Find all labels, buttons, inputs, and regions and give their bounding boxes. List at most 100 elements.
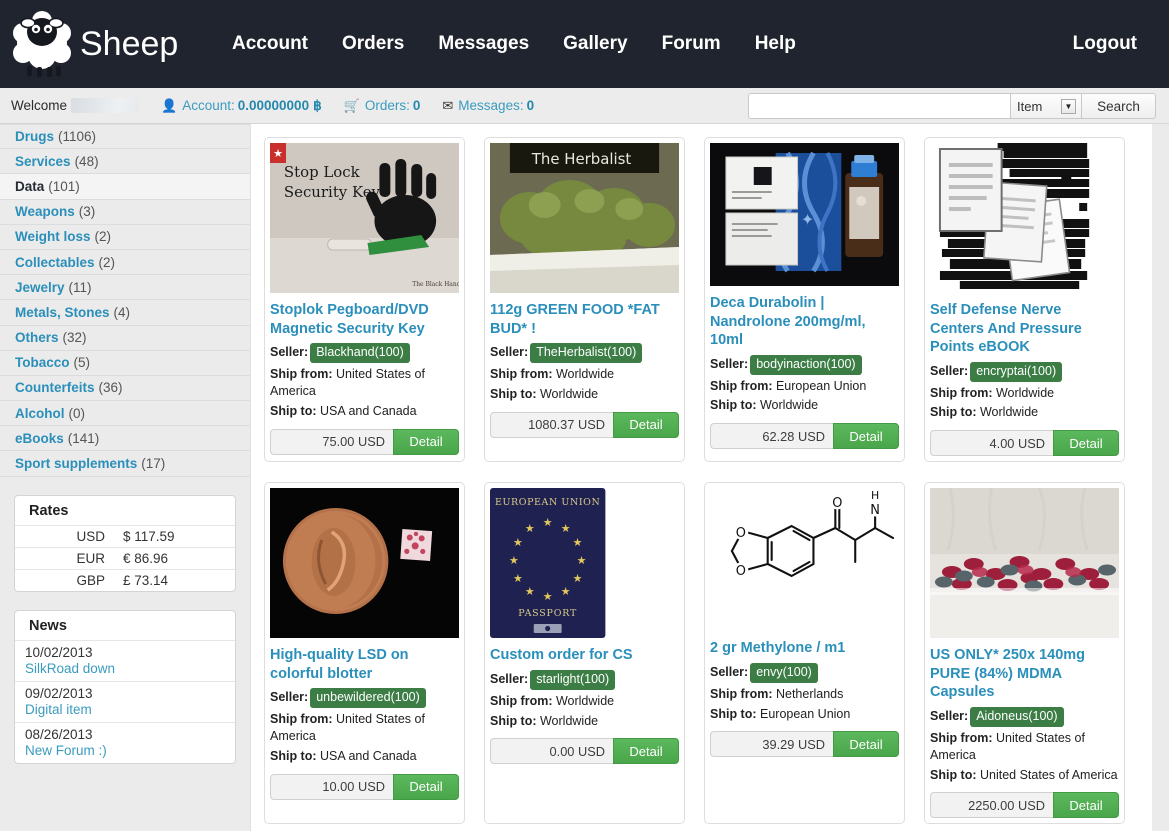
product-detail-button[interactable]: Detail: [613, 738, 679, 765]
news-date: 09/02/2013: [25, 685, 93, 701]
category-name: Services: [15, 153, 71, 169]
ship-from-label: Ship from:: [710, 686, 773, 701]
rate-row: GBP £ 73.14: [15, 568, 235, 591]
logout-button[interactable]: Logout: [1061, 23, 1149, 64]
product-detail-button[interactable]: Detail: [613, 411, 679, 438]
sidebar-category-data[interactable]: Data (101): [0, 174, 250, 200]
category-count: (48): [74, 153, 99, 169]
product-title[interactable]: US ONLY* 250x 140mg PURE (84%) MDMA Caps…: [930, 646, 1119, 702]
nav-link-help[interactable]: Help: [738, 23, 813, 65]
product-detail-button[interactable]: Detail: [1053, 430, 1119, 457]
sidebar-category-jewelry[interactable]: Jewelry (11): [0, 275, 250, 301]
seller-label: Seller:: [710, 356, 749, 371]
product-title[interactable]: 2 gr Methylone / m1: [710, 639, 899, 658]
category-count: (0): [68, 405, 86, 421]
product-ship-from-row: Ship from: United States of America: [270, 366, 459, 400]
account-balance-stat[interactable]: 👤 Account: 0.00000000 ฿: [161, 98, 322, 114]
product-card: O O O N H 2 gr Methylone / m1 Seller: envy…: [704, 482, 905, 825]
product-image[interactable]: O O O N H: [710, 488, 899, 632]
sidebar-category-metals-stones[interactable]: Metals, Stones (4): [0, 300, 250, 326]
seller-name-badge[interactable]: TheHerbalist(100): [530, 343, 643, 363]
product-seller-row: Seller: Aidoneus(100): [930, 706, 1119, 727]
sidebar-category-tobacco[interactable]: Tobacco (5): [0, 351, 250, 376]
svg-text:★: ★: [525, 523, 535, 535]
category-count: (141): [67, 430, 100, 446]
sidebar-category-drugs[interactable]: Drugs (1106): [0, 124, 250, 150]
sidebar-category-ebooks[interactable]: eBooks (141): [0, 426, 250, 452]
seller-name-badge[interactable]: Aidoneus(100): [970, 706, 1064, 727]
product-image[interactable]: [930, 143, 1119, 293]
seller-name-badge[interactable]: encryptai(100): [970, 361, 1063, 382]
news-item: 08/26/2013 New Forum :): [15, 721, 235, 763]
messages-stat[interactable]: ✉ Messages: 0: [442, 98, 534, 114]
product-image[interactable]: The Herbalist: [490, 143, 679, 293]
sidebar-category-sport-supplements[interactable]: Sport supplements (17): [0, 451, 250, 477]
search-input[interactable]: [748, 93, 1010, 119]
product-image[interactable]: ✦: [710, 143, 899, 286]
nav-link-gallery[interactable]: Gallery: [546, 23, 644, 65]
sidebar-category-counterfeits[interactable]: Counterfeits (36): [0, 376, 250, 402]
product-title[interactable]: 112g GREEN FOOD *FAT BUD* !: [490, 301, 679, 338]
category-count: (17): [141, 456, 166, 472]
product-title[interactable]: High-quality LSD on colorful blotter: [270, 646, 459, 683]
category-count: (3): [78, 204, 96, 220]
product-image[interactable]: [930, 488, 1119, 639]
ship-from-value: Worldwide: [552, 693, 615, 708]
news-link[interactable]: Digital item: [25, 702, 225, 717]
category-name: Drugs: [15, 129, 55, 145]
product-detail-button[interactable]: Detail: [393, 428, 459, 455]
brand-logo[interactable]: Sheep: [10, 7, 190, 81]
product-detail-button[interactable]: Detail: [1053, 792, 1119, 819]
ship-to-value: Worldwide: [536, 713, 599, 728]
category-count: (32): [62, 330, 87, 346]
category-name: Others: [15, 330, 59, 346]
product-buy-row: 10.00 USD Detail: [270, 773, 459, 800]
seller-name-badge[interactable]: bodyinaction(100): [750, 354, 862, 375]
search-button[interactable]: Search: [1082, 93, 1156, 119]
search-scope-select[interactable]: Item ▼: [1010, 93, 1082, 119]
sidebar-category-alcohol[interactable]: Alcohol (0): [0, 401, 250, 427]
ship-to-value: Worldwide: [756, 398, 819, 413]
product-detail-button[interactable]: Detail: [833, 423, 899, 450]
nav-link-orders[interactable]: Orders: [325, 23, 421, 65]
product-title[interactable]: Self Defense Nerve Centers And Pressure …: [930, 301, 1119, 357]
seller-name-badge[interactable]: starlight(100): [530, 669, 616, 690]
rate-value: $ 117.59: [123, 528, 175, 544]
seller-name-badge[interactable]: unbewildered(100): [310, 688, 426, 709]
seller-label: Seller:: [270, 345, 309, 360]
page-body: Drugs (1106) Services (48) Data (101) Weapons(…: [0, 124, 1169, 831]
product-image[interactable]: EUROPEAN UNION ★ ★ ★ ★ ★ ★ ★ ★ ★ ★ ★ ★ P…: [490, 488, 679, 639]
svg-text:PASSPORT: PASSPORT: [518, 608, 577, 619]
product-detail-button[interactable]: Detail: [393, 773, 459, 800]
product-detail-button[interactable]: Detail: [833, 731, 899, 758]
orders-stat[interactable]: 🛒 Orders: 0: [344, 98, 421, 114]
nav-link-forum[interactable]: Forum: [645, 23, 738, 65]
product-title[interactable]: Deca Durabolin | Nandrolone 200mg/ml, 10…: [710, 294, 899, 350]
svg-text:★: ★: [573, 573, 583, 585]
account-value: 0.00000000: [237, 98, 310, 113]
product-ship-from-row: Ship from: United States of America: [270, 711, 459, 745]
nav-link-messages[interactable]: Messages: [421, 23, 546, 65]
nav-link-account[interactable]: Account: [215, 23, 325, 65]
sidebar-category-weapons[interactable]: Weapons (3): [0, 200, 250, 225]
seller-name-badge[interactable]: Blackhand(100): [310, 343, 410, 363]
product-image[interactable]: [270, 488, 459, 639]
product-buy-row: 4.00 USD Detail: [930, 430, 1119, 457]
product-image[interactable]: Stop Lock Security Key The Black Hand ★: [270, 143, 459, 293]
product-ship-to-row: Ship to: USA and Canada: [270, 403, 459, 420]
sidebar-category-others[interactable]: Others (32): [0, 326, 250, 351]
svg-text:O: O: [736, 526, 746, 541]
seller-name-badge[interactable]: envy(100): [750, 662, 818, 683]
cart-icon: 🛒: [343, 97, 360, 113]
svg-text:EUROPEAN UNION: EUROPEAN UNION: [495, 497, 600, 508]
product-ship-to-row: Ship to: Worldwide: [710, 397, 899, 414]
news-link[interactable]: New Forum :): [25, 743, 225, 758]
sidebar-category-collectables[interactable]: Collectables (2): [0, 250, 250, 276]
sidebar-category-services[interactable]: Services (48): [0, 149, 250, 175]
news-link[interactable]: SilkRoad down: [25, 661, 225, 676]
sidebar-category-weight-loss[interactable]: Weight loss (2): [0, 225, 250, 250]
news-items: 10/02/2013 SilkRoad down 09/02/2013 Digital…: [15, 639, 235, 763]
product-title[interactable]: Stoplok Pegboard/DVD Magnetic Security K…: [270, 301, 459, 338]
ship-to-label: Ship to:: [490, 386, 537, 401]
product-title[interactable]: Custom order for CS: [490, 646, 679, 665]
